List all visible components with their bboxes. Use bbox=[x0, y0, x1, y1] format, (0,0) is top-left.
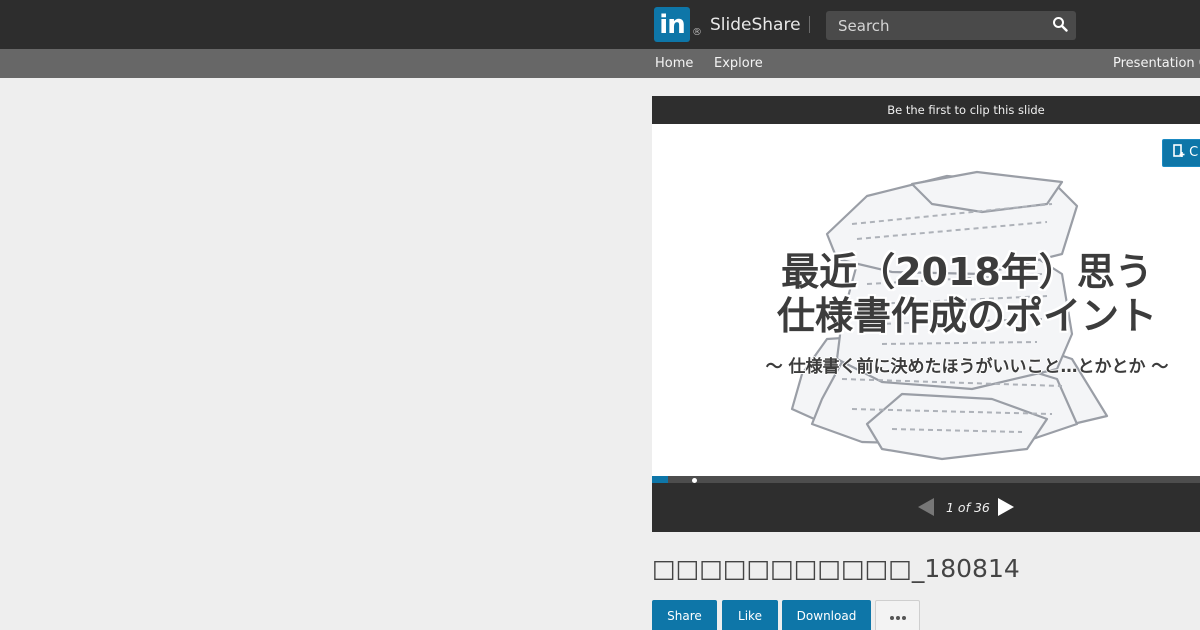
search-input[interactable] bbox=[826, 11, 1076, 40]
slide-view[interactable]: 最近（2018年）思う 仕様書作成のポイント 〜 仕様書く前に決めたほうがいいこ… bbox=[652, 124, 1200, 476]
slide-player: Be the first to clip this slide 最近（2018年… bbox=[652, 96, 1200, 532]
linkedin-logo[interactable]: in bbox=[654, 7, 690, 42]
nav-bar: Home Explore Presentation C bbox=[0, 49, 1200, 78]
page-indicator: 1 of 36 bbox=[946, 500, 990, 515]
next-slide-icon[interactable] bbox=[997, 497, 1015, 517]
like-button[interactable]: Like bbox=[722, 600, 778, 630]
more-dot bbox=[902, 616, 906, 620]
clip-button[interactable]: C bbox=[1162, 139, 1200, 167]
nav-presentation[interactable]: Presentation C bbox=[1113, 56, 1200, 71]
registered-mark: ® bbox=[692, 27, 702, 38]
more-button[interactable] bbox=[875, 600, 920, 630]
slide-title-line1: 最近（2018年）思う bbox=[781, 250, 1153, 294]
search-icon[interactable] bbox=[1052, 16, 1068, 32]
brand-name[interactable]: SlideShare bbox=[710, 15, 801, 35]
download-button[interactable]: Download bbox=[782, 600, 871, 630]
top-bar: in ® SlideShare bbox=[0, 0, 1200, 49]
progress-bar[interactable] bbox=[652, 476, 1200, 483]
previous-slide-icon[interactable] bbox=[917, 497, 935, 517]
progress-fill bbox=[652, 476, 669, 483]
nav-home[interactable]: Home bbox=[655, 56, 693, 71]
document-title: □□□□□□□□□□□_180814 bbox=[652, 554, 1020, 583]
slide-subtitle: 〜 仕様書く前に決めたほうがいいこと…とかとか 〜 bbox=[765, 357, 1169, 377]
clip-icon bbox=[1173, 144, 1185, 157]
nav-explore[interactable]: Explore bbox=[714, 56, 763, 71]
clip-button-label: C bbox=[1189, 145, 1199, 160]
more-dot bbox=[896, 616, 900, 620]
brand-divider bbox=[809, 16, 810, 33]
player-controls: 1 of 36 bbox=[652, 483, 1200, 532]
share-button[interactable]: Share bbox=[652, 600, 717, 630]
more-dot bbox=[890, 616, 894, 620]
slide-title-line2: 仕様書作成のポイント bbox=[776, 294, 1157, 338]
clip-banner: Be the first to clip this slide bbox=[652, 96, 1200, 124]
